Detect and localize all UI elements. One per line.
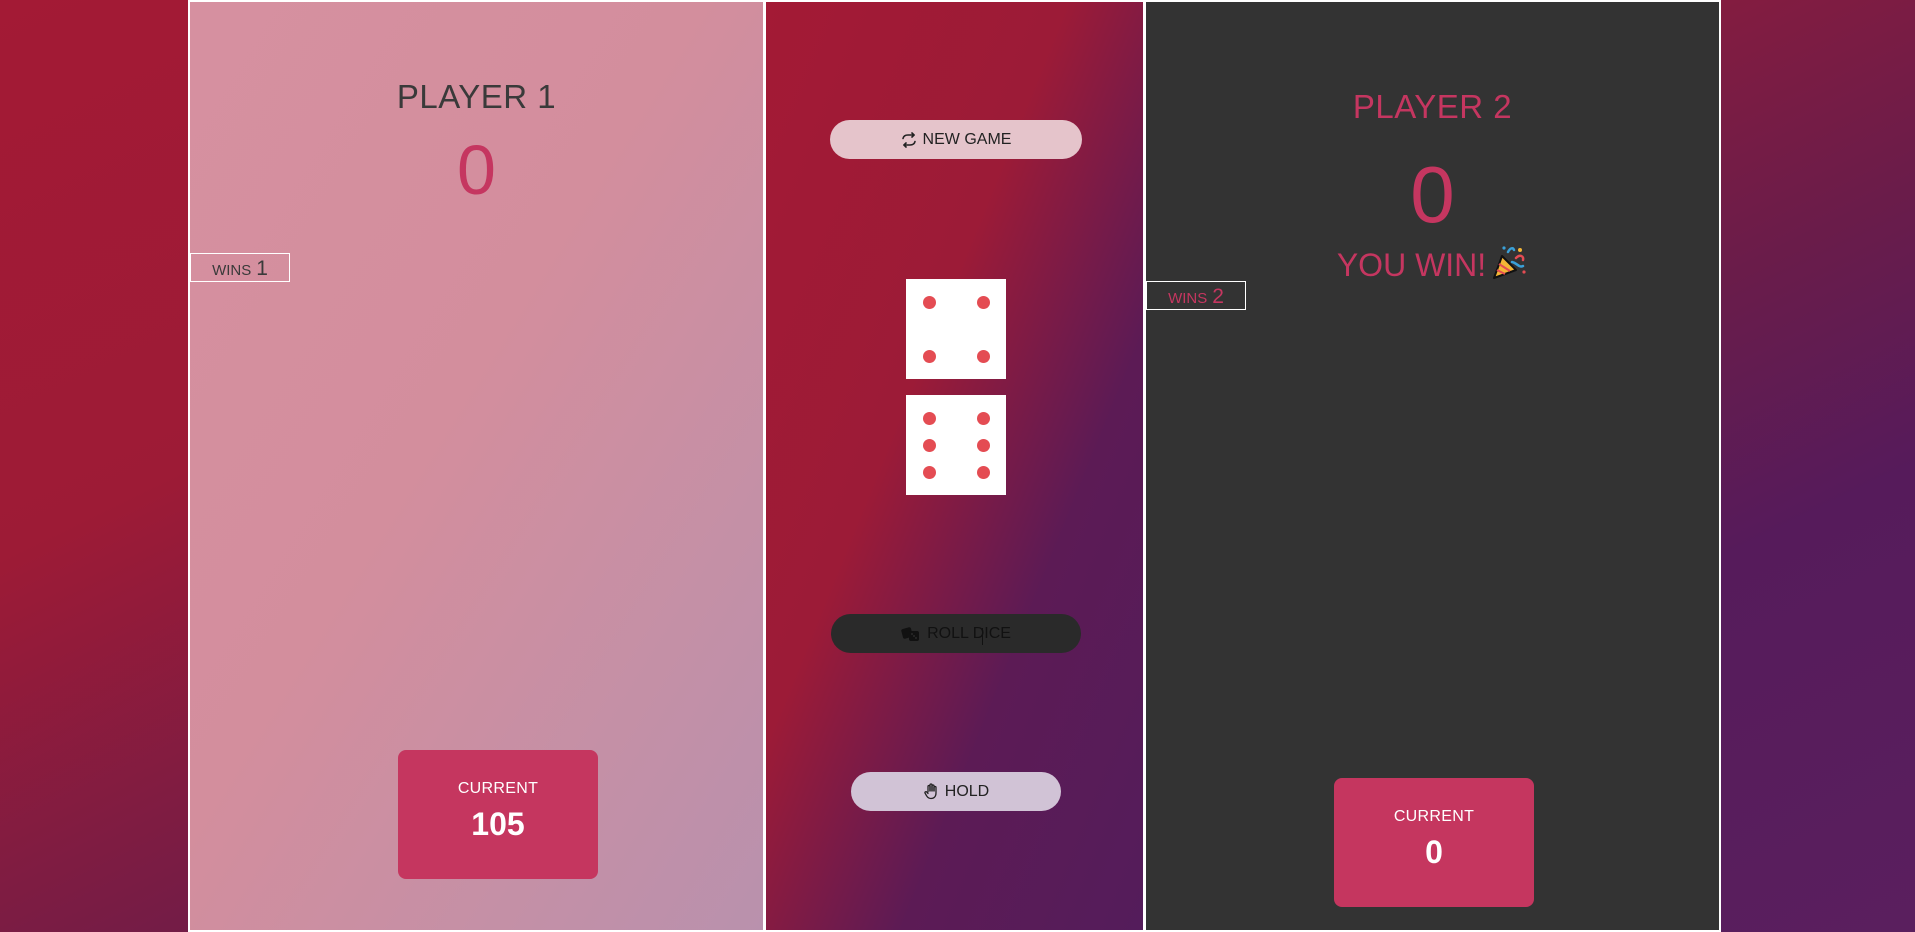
player-1-wins-box: WINS 1 [190, 253, 290, 282]
player-2-wins-box: WINS 2 [1146, 281, 1246, 310]
die-pip [976, 438, 990, 452]
player-1-wins-label: WINS [212, 262, 252, 279]
dice-icon [901, 626, 921, 642]
new-game-label: NEW GAME [922, 130, 1012, 148]
player-2-current-box: CURRENT 0 [1334, 778, 1534, 907]
die-pip [976, 295, 990, 309]
win-message-text: YOU WIN! [1336, 247, 1487, 283]
die-pip [922, 465, 936, 479]
player-2-wins-value: 2 [1212, 285, 1224, 308]
die-pip [976, 349, 990, 363]
roll-dice-label: ROLL DICE [927, 624, 1011, 642]
refresh-icon [901, 131, 917, 148]
player-1-wins-value: 1 [256, 257, 268, 280]
player-2-wins-label: WINS [1168, 290, 1208, 307]
player-2-current-value: 0 [1425, 834, 1443, 870]
die-pip [922, 295, 936, 309]
hold-button[interactable]: HOLD [851, 772, 1061, 811]
player-1-name: PLAYER 1 [396, 78, 557, 115]
die-1 [906, 279, 1006, 379]
die-pip [922, 438, 936, 452]
die-pip [922, 349, 936, 363]
player-1-score: 0 [457, 131, 496, 209]
roll-dice-button[interactable]: ROLL DICE [831, 614, 1081, 653]
player-2-score: 0 [1410, 150, 1455, 239]
player-1-current-value: 105 [471, 806, 525, 842]
hand-icon [923, 783, 939, 800]
controls-panel: NEW GAME ROLL DICE HOLD [764, 0, 1145, 932]
player-1-current-label: CURRENT [457, 780, 539, 797]
die-pip [976, 465, 990, 479]
text-cursor [982, 628, 983, 645]
player-1-panel: PLAYER 1 0 WINS 1 CURRENT 105 [188, 0, 765, 932]
player-2-panel: PLAYER 2 0 YOU WIN! WINS 2 CURRENT 0 [1144, 0, 1721, 932]
hold-label: HOLD [944, 782, 990, 800]
die-2 [906, 395, 1006, 495]
die-pip [976, 411, 990, 425]
new-game-button[interactable]: NEW GAME [830, 120, 1082, 159]
player-1-current-box: CURRENT 105 [398, 750, 598, 879]
party-popper-icon [1490, 244, 1528, 288]
die-pip [922, 411, 936, 425]
player-2-current-label: CURRENT [1393, 808, 1475, 825]
player-2-name: PLAYER 2 [1352, 88, 1513, 125]
